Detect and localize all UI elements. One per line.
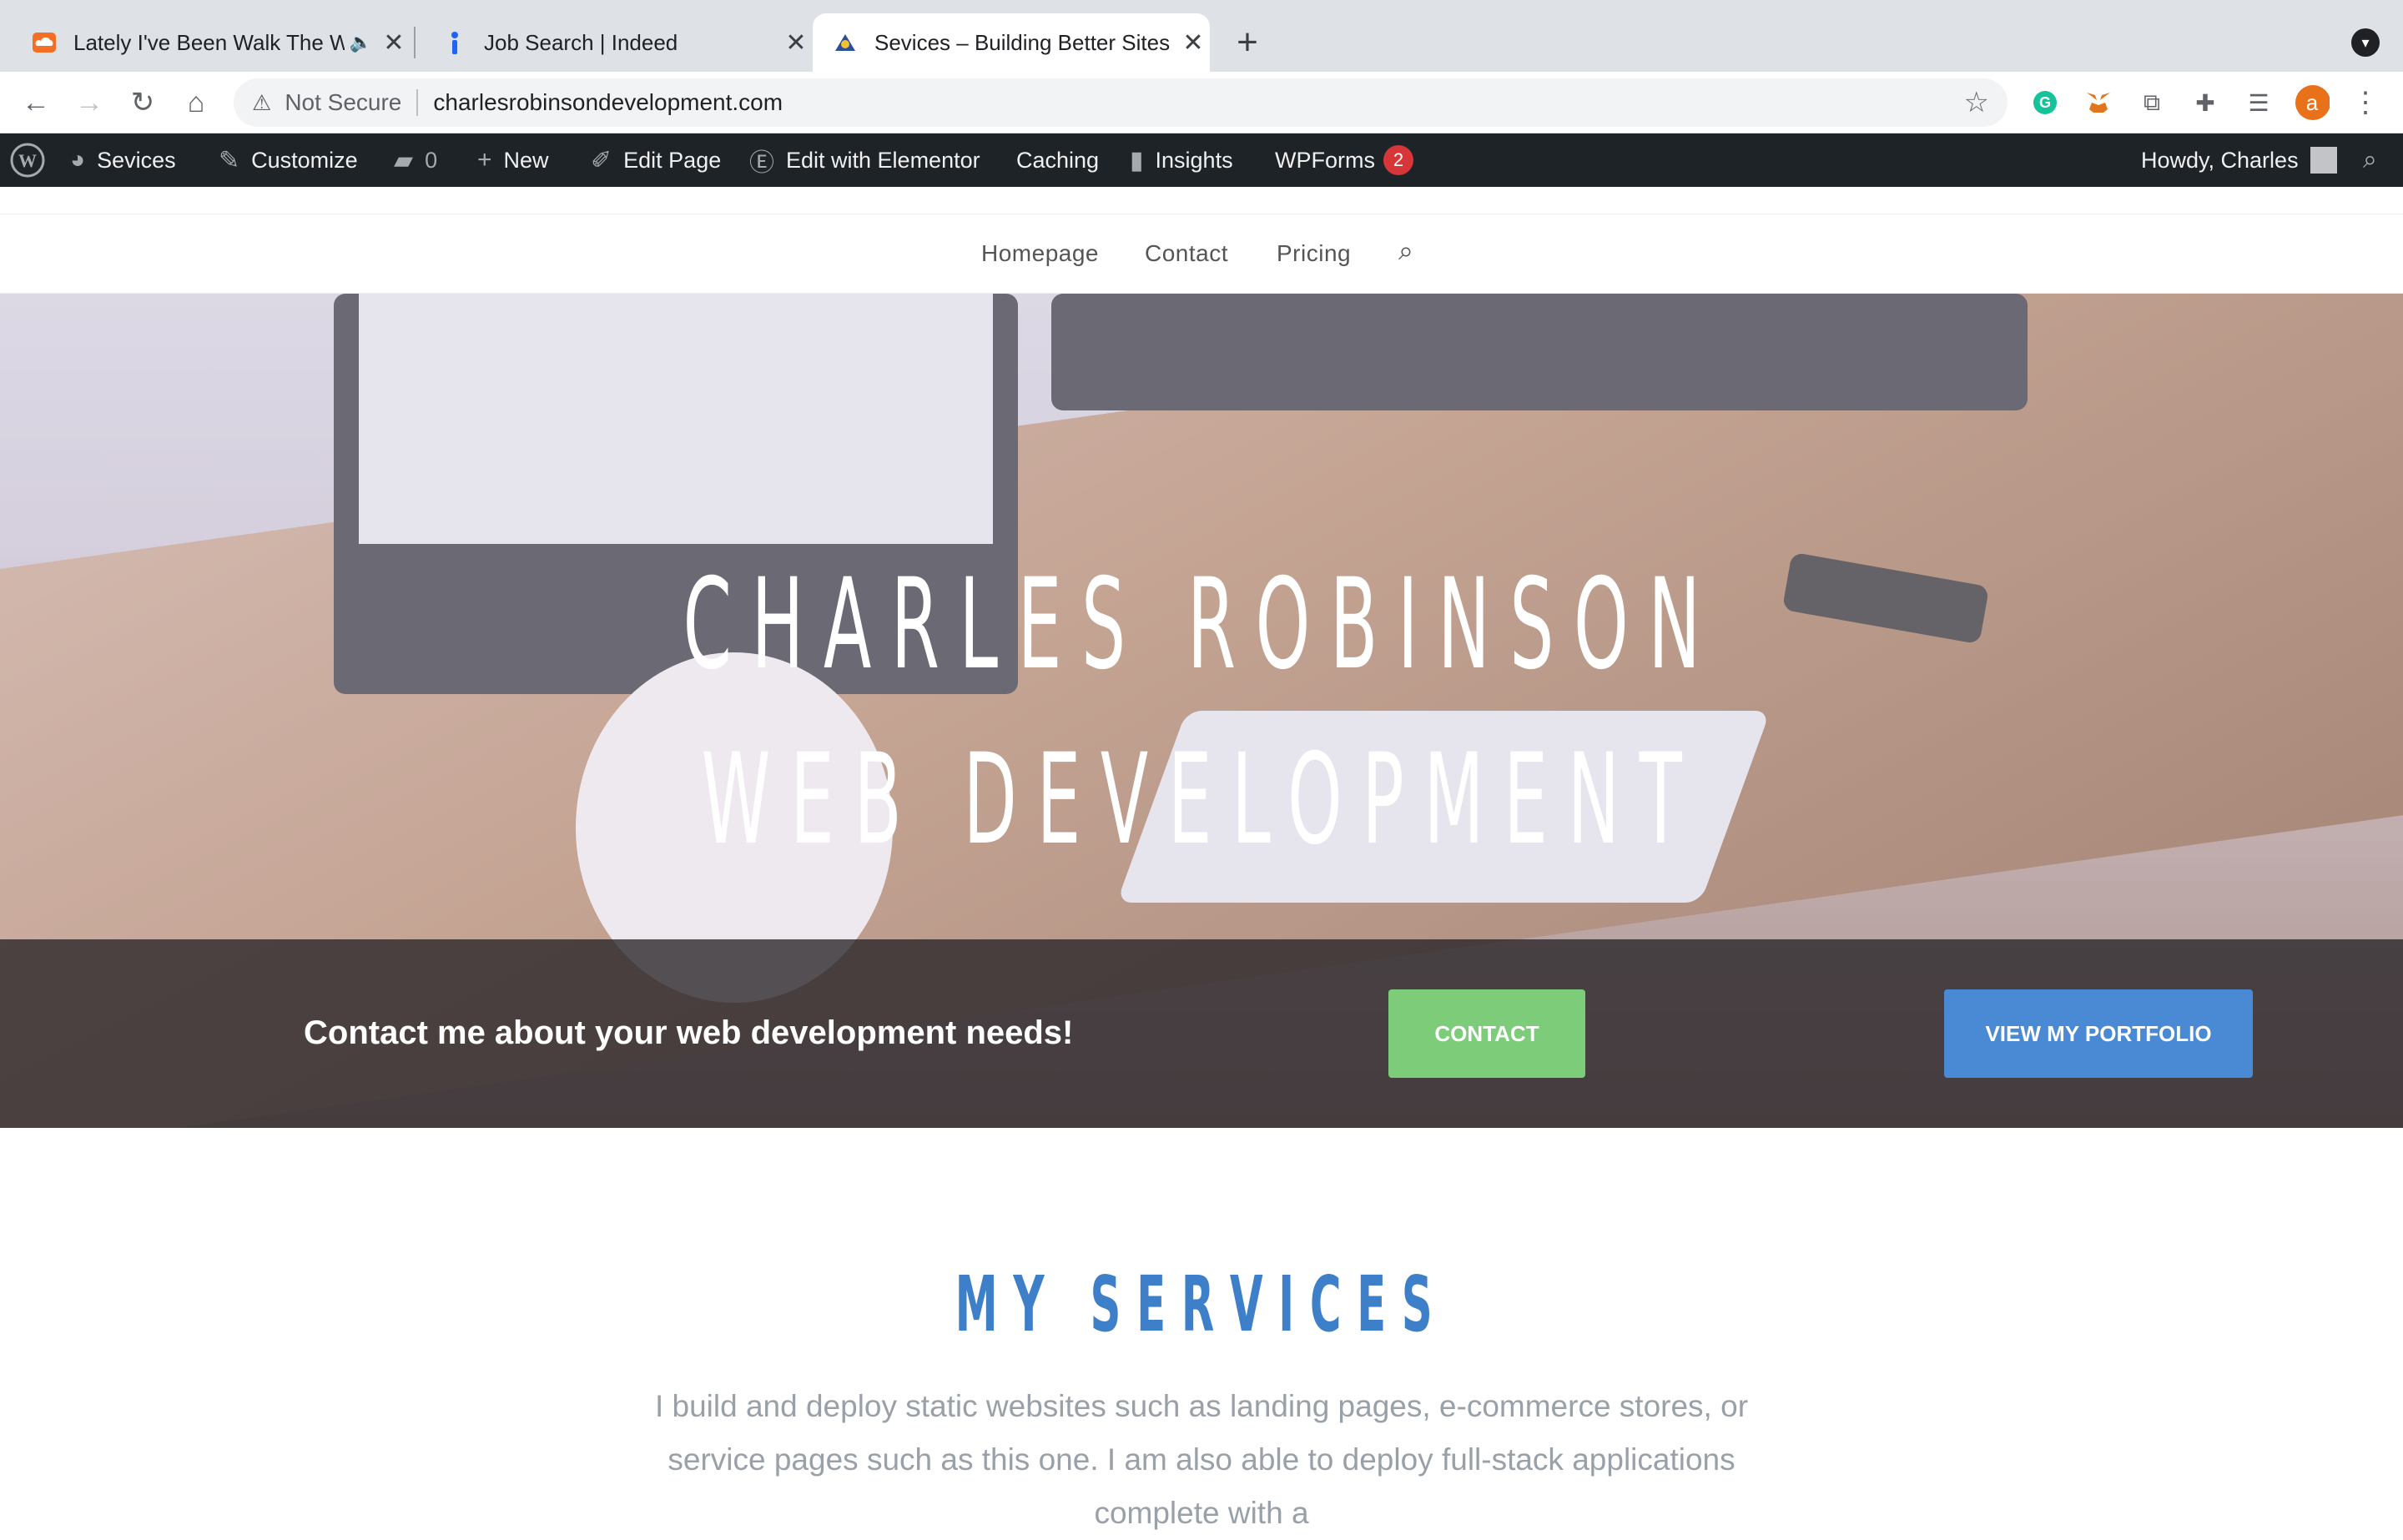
wp-wpforms[interactable]: WPForms 2 xyxy=(1275,133,1413,187)
hero-title-line1: CHARLES ROBINSON xyxy=(683,552,1720,697)
wp-site-label: Sevices xyxy=(97,147,176,173)
wp-caching-label: Caching xyxy=(1016,147,1100,173)
wp-new[interactable]: + New xyxy=(477,133,549,187)
indeed-icon xyxy=(441,28,469,57)
brush-icon: ✎ xyxy=(219,146,240,174)
site-icon xyxy=(831,28,859,57)
menu-icon[interactable]: ⋮ xyxy=(2348,85,2383,120)
wordpress-logo-icon[interactable]: W xyxy=(10,133,45,187)
contact-button[interactable]: CONTACT xyxy=(1388,989,1585,1078)
svg-text:G: G xyxy=(2039,94,2051,111)
search-icon[interactable]: ⌕ xyxy=(1398,235,1413,267)
media-queue-icon[interactable]: ☰ xyxy=(2241,85,2276,120)
dashboard-icon: ◕ xyxy=(70,146,86,174)
extensions-icon[interactable]: ✚ xyxy=(2188,85,2223,120)
crop-icon[interactable]: ⧉ xyxy=(2134,85,2169,120)
wp-edit-page-label: Edit Page xyxy=(623,147,722,173)
tab-title: Lately I've Been Walk The W xyxy=(73,29,345,55)
hero-title-line2: WEB DEVELOPMENT xyxy=(701,727,1702,873)
back-icon[interactable]: ← xyxy=(17,83,55,122)
wp-customize[interactable]: ✎ Customize xyxy=(219,133,358,187)
wp-wpforms-label: WPForms xyxy=(1275,147,1375,173)
search-icon[interactable]: ⌕ xyxy=(2363,133,2377,187)
wp-elementor-label: Edit with Elementor xyxy=(786,147,980,173)
wp-admin-bar: W ◕ Sevices ✎ Customize ▰ 0 + New ✐ Edit Page… xyxy=(0,133,2403,187)
divider xyxy=(416,89,419,116)
new-tab-button[interactable]: + xyxy=(1227,22,1268,63)
cta-text: Contact me about your web development ne… xyxy=(304,1014,1074,1051)
browser-toolbar: ← → ↻ ⌂ ⚠ Not Secure charlesrobinsondeve… xyxy=(0,72,2403,133)
browser-tab-strip: Lately I've Been Walk The W 🔈 ✕ Job Sear… xyxy=(0,0,2403,72)
tab-indeed[interactable]: Job Search | Indeed ✕ xyxy=(422,13,813,72)
url-text[interactable]: charlesrobinsondevelopment.com xyxy=(433,89,783,116)
plus-icon: + xyxy=(477,146,492,174)
elementor-icon: Ⓔ xyxy=(749,149,774,177)
metamask-icon[interactable] xyxy=(2081,85,2116,120)
wp-caching[interactable]: Caching xyxy=(1016,133,1099,187)
services-description: I build and deploy static websites such … xyxy=(654,1389,1749,1530)
home-icon[interactable]: ⌂ xyxy=(177,83,215,122)
forward-icon[interactable]: → xyxy=(70,83,108,122)
close-icon[interactable]: ✕ xyxy=(1176,28,1210,58)
nav-contact[interactable]: Contact xyxy=(1145,240,1228,267)
bookmark-star-icon[interactable]: ☆ xyxy=(1964,86,1989,119)
wp-comments[interactable]: ▰ 0 xyxy=(394,133,437,187)
nav-homepage[interactable]: Homepage xyxy=(981,240,1099,267)
address-bar[interactable]: ⚠ Not Secure charlesrobinsondevelopment.… xyxy=(234,78,2008,127)
avatar[interactable]: a xyxy=(2295,85,2330,120)
notification-badge: 2 xyxy=(1383,145,1413,175)
svg-text:W: W xyxy=(18,150,37,171)
wp-insights[interactable]: ▮ Insights xyxy=(1130,133,1233,187)
grammarly-icon[interactable]: G xyxy=(2028,85,2063,120)
reload-icon[interactable]: ↻ xyxy=(123,83,162,122)
view-portfolio-button[interactable]: VIEW MY PORTFOLIO xyxy=(1944,989,2253,1078)
wp-insights-label: Insights xyxy=(1155,147,1233,173)
pencil-icon: ✐ xyxy=(591,146,612,174)
speaker-icon[interactable]: 🔈 xyxy=(350,32,372,53)
hero-section: CHARLES ROBINSON WEB DEVELOPMENT Contact… xyxy=(0,294,2403,1128)
services-title: MY SERVICES xyxy=(955,1260,1448,1349)
wp-customize-label: Customize xyxy=(251,147,358,173)
soundcloud-icon xyxy=(30,28,58,57)
warning-icon: ⚠ xyxy=(252,89,272,115)
wp-comments-count: 0 xyxy=(425,147,438,173)
wp-howdy-label: Howdy, Charles xyxy=(2141,147,2299,173)
wp-account[interactable]: Howdy, Charles xyxy=(2141,133,2337,187)
avatar xyxy=(2310,147,2337,174)
tab-soundcloud[interactable]: Lately I've Been Walk The W 🔈 ✕ xyxy=(12,13,411,72)
cta-band: Contact me about your web development ne… xyxy=(0,939,2403,1128)
comment-icon: ▰ xyxy=(394,146,414,174)
wp-site-menu[interactable]: ◕ Sevices xyxy=(70,133,176,187)
tab-search-icon[interactable]: ▾ xyxy=(2351,28,2380,57)
site-header: Homepage Contact Pricing ⌕ xyxy=(0,187,2403,294)
wp-edit-page[interactable]: ✐ Edit Page xyxy=(591,133,721,187)
tab-title: Job Search | Indeed xyxy=(484,29,678,55)
tab-services[interactable]: Sevices – Building Better Sites ✕ xyxy=(813,13,1210,72)
wp-elementor[interactable]: Ⓔ Edit with Elementor xyxy=(749,133,980,187)
bar-chart-icon: ▮ xyxy=(1130,146,1144,174)
wp-new-label: New xyxy=(503,147,549,173)
security-label: Not Secure xyxy=(285,89,402,115)
close-icon[interactable]: ✕ xyxy=(779,28,813,58)
tab-divider xyxy=(414,27,416,58)
tab-title: Sevices – Building Better Sites xyxy=(874,29,1171,55)
nav-pricing[interactable]: Pricing xyxy=(1277,240,1351,267)
close-icon[interactable]: ✕ xyxy=(377,28,411,58)
